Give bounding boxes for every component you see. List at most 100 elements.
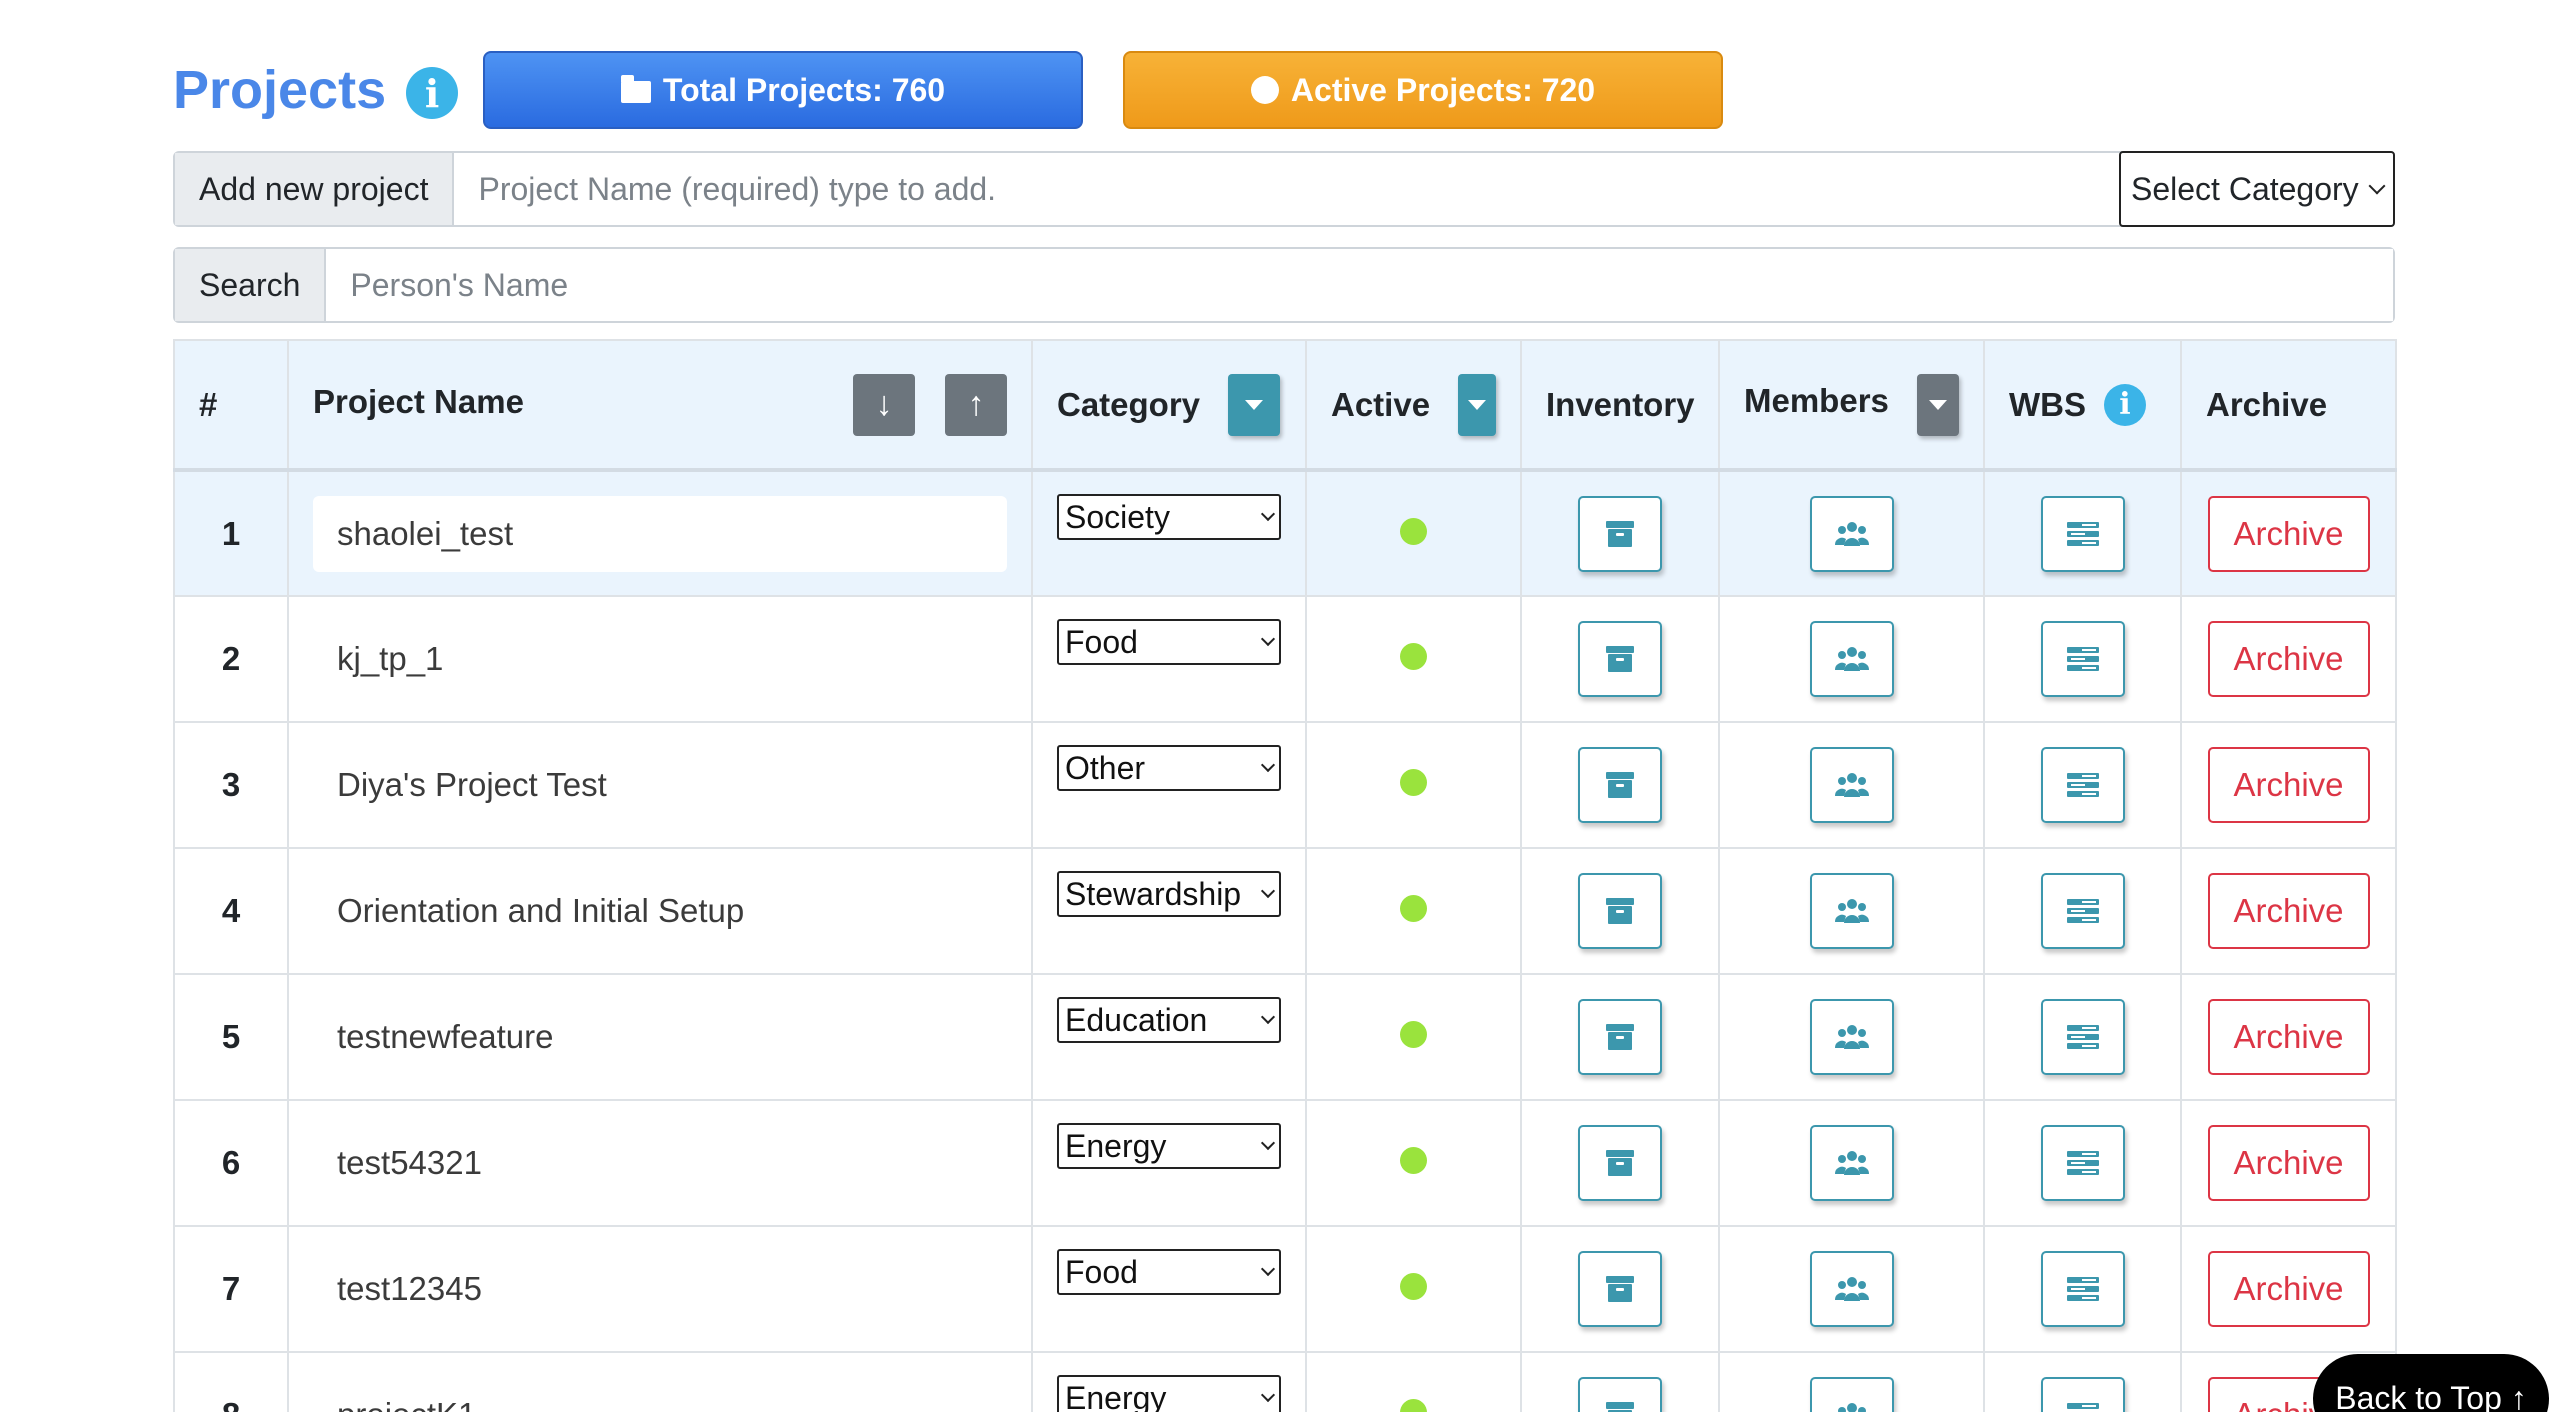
search-input[interactable] xyxy=(326,249,2393,321)
category-select[interactable]: Education xyxy=(1057,997,1281,1043)
archive-button[interactable]: Archive xyxy=(2207,1251,2370,1327)
wbs-button[interactable] xyxy=(2040,1125,2125,1201)
active-status-dot[interactable] xyxy=(1400,1147,1427,1174)
members-button[interactable] xyxy=(1809,999,1894,1075)
members-button[interactable] xyxy=(1809,873,1894,949)
members-filter-button[interactable] xyxy=(1916,373,1959,436)
category-value: Energy xyxy=(1065,1127,1167,1164)
wbs-list-icon xyxy=(2066,646,2100,672)
header-archive: Archive xyxy=(2180,339,2397,472)
project-name[interactable]: Orientation and Initial Setup xyxy=(313,892,744,929)
inventory-button[interactable] xyxy=(1578,1377,1662,1412)
project-name-cell: Diya's Project Test xyxy=(287,721,1033,849)
members-button[interactable] xyxy=(1809,495,1894,572)
project-name-field[interactable]: shaolei_test xyxy=(313,495,1007,572)
archive-button[interactable]: Archive xyxy=(2207,495,2370,572)
active-status-dot[interactable] xyxy=(1400,643,1427,670)
members-button[interactable] xyxy=(1809,1251,1894,1327)
wbs-button[interactable] xyxy=(2040,495,2125,572)
category-select[interactable]: Energy xyxy=(1057,1375,1281,1412)
project-name[interactable]: test12345 xyxy=(313,1270,482,1307)
project-name-cell: kj_tp_1 xyxy=(287,595,1033,723)
project-name[interactable]: testnewfeature xyxy=(313,1018,553,1055)
sort-down-button[interactable]: ↓ xyxy=(853,373,915,436)
arrow-down-icon: ↓ xyxy=(875,385,893,423)
archive-button[interactable]: Archive xyxy=(2207,747,2370,823)
category-select[interactable]: Energy xyxy=(1057,1123,1281,1169)
archive-button[interactable]: Archive xyxy=(2207,999,2370,1075)
sort-up-button[interactable]: ↑ xyxy=(945,373,1007,436)
project-name[interactable]: Diya's Project Test xyxy=(313,766,607,803)
info-icon[interactable]: i xyxy=(406,67,459,119)
users-icon xyxy=(1834,1023,1870,1051)
wbs-list-icon xyxy=(2066,898,2100,924)
wbs-cell xyxy=(1983,1099,2182,1227)
members-button[interactable] xyxy=(1809,1125,1894,1201)
inventory-cell xyxy=(1520,595,1720,723)
members-button[interactable] xyxy=(1809,747,1894,823)
wbs-button[interactable] xyxy=(2040,999,2125,1075)
active-cell xyxy=(1305,469,1522,597)
project-name[interactable]: kj_tp_1 xyxy=(313,640,443,677)
inventory-cell xyxy=(1520,721,1720,849)
info-icon[interactable]: i xyxy=(2104,383,2146,426)
wbs-button[interactable] xyxy=(2040,747,2125,823)
row-number: 3 xyxy=(173,721,289,849)
archive-box-icon xyxy=(1605,771,1635,799)
project-name[interactable]: test54321 xyxy=(313,1144,482,1181)
archive-button[interactable]: Archive xyxy=(2207,873,2370,949)
active-filter-button[interactable] xyxy=(1458,373,1496,436)
wbs-cell xyxy=(1983,1225,2182,1353)
chevron-down-icon xyxy=(1260,757,1276,773)
inventory-button[interactable] xyxy=(1578,873,1662,949)
header-members-label: Members xyxy=(1744,381,1889,419)
active-status-dot[interactable] xyxy=(1400,895,1427,922)
add-project-group: Add new project Select Category xyxy=(173,151,2395,227)
wbs-button[interactable] xyxy=(2040,873,2125,949)
active-status-dot[interactable] xyxy=(1400,1273,1427,1300)
wbs-button[interactable] xyxy=(2040,1251,2125,1327)
category-select[interactable]: Society xyxy=(1057,494,1281,540)
category-select[interactable]: Food xyxy=(1057,1249,1281,1295)
table-header-row: # Project Name ↓ ↑ Category Active Inven… xyxy=(173,339,2397,472)
archive-box-icon xyxy=(1605,1023,1635,1051)
archive-button[interactable]: Archive xyxy=(2207,621,2370,697)
back-to-top-button[interactable]: Back to Top ↑ xyxy=(2313,1354,2549,1412)
active-status-dot[interactable] xyxy=(1400,517,1427,545)
table-row: 1 shaolei_test Society Archive xyxy=(173,469,2397,597)
inventory-button[interactable] xyxy=(1578,621,1662,697)
project-name-input[interactable] xyxy=(454,153,2119,225)
members-button[interactable] xyxy=(1809,1377,1894,1412)
active-status-dot[interactable] xyxy=(1400,1021,1427,1048)
project-name[interactable]: projectK1 xyxy=(313,1396,476,1412)
header-wbs-label: WBS xyxy=(2009,385,2086,423)
total-projects-button[interactable]: Total Projects: 760 xyxy=(483,51,1083,129)
wbs-button[interactable] xyxy=(2040,1377,2125,1412)
category-value: Stewardship xyxy=(1065,875,1242,912)
archive-box-icon xyxy=(1605,1275,1635,1303)
table-row: 3 Diya's Project Test Other Archive xyxy=(173,721,2397,849)
search-group: Search xyxy=(173,247,2395,323)
archive-cell: Archive xyxy=(2180,469,2397,597)
category-filter-button[interactable] xyxy=(1228,373,1281,436)
active-status-dot[interactable] xyxy=(1400,1399,1427,1412)
users-icon xyxy=(1834,645,1870,673)
inventory-cell xyxy=(1520,1225,1720,1353)
inventory-cell xyxy=(1520,469,1720,597)
wbs-button[interactable] xyxy=(2040,621,2125,697)
inventory-button[interactable] xyxy=(1578,1251,1662,1327)
inventory-button[interactable] xyxy=(1578,999,1662,1075)
category-select[interactable]: Food xyxy=(1057,619,1281,665)
archive-button[interactable]: Archive xyxy=(2207,1125,2370,1201)
archive-cell: Archive xyxy=(2180,973,2397,1101)
members-button[interactable] xyxy=(1809,621,1894,697)
active-status-dot[interactable] xyxy=(1400,769,1427,796)
inventory-button[interactable] xyxy=(1578,495,1662,572)
category-select[interactable]: Other xyxy=(1057,745,1281,791)
inventory-button[interactable] xyxy=(1578,1125,1662,1201)
inventory-button[interactable] xyxy=(1578,747,1662,823)
active-projects-button[interactable]: Active Projects: 720 xyxy=(1123,51,1723,129)
archive-box-icon xyxy=(1605,520,1635,548)
select-category-dropdown[interactable]: Select Category xyxy=(2119,151,2395,227)
category-select[interactable]: Stewardship xyxy=(1057,871,1281,917)
